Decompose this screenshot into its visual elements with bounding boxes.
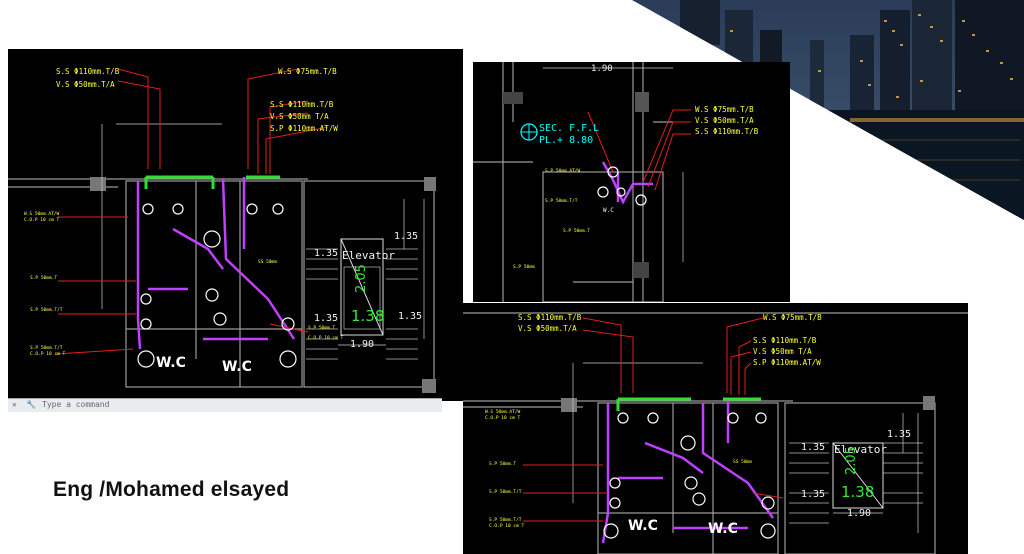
svg-text:C.O.P 10 cm T: C.O.P 10 cm T	[30, 351, 66, 357]
svg-text:C.O.P 10 cm T: C.O.P 10 cm T	[308, 335, 344, 341]
br-label-wc1: W.C	[628, 518, 658, 534]
svg-text:S.P 50mm: S.P 50mm	[513, 264, 535, 270]
tr-sec-label: SEC. F.F.L	[539, 123, 599, 134]
label-vs: V.S Φ50mm.T/A	[56, 80, 115, 89]
command-prompt[interactable]: Type a command	[42, 400, 109, 409]
svg-text:C.O.P 10 cm T: C.O.P 10 cm T	[24, 217, 60, 223]
tr-ss-label: S.S Φ110mm.T/B	[695, 127, 759, 136]
br-label-ws-top: W.S Φ75mm.T/B	[763, 313, 822, 322]
svg-text:SS 50mm: SS 50mm	[733, 459, 752, 465]
tr-wc-label: W.C	[603, 207, 614, 214]
label-ss: S.S Φ110mm.T/B	[56, 67, 120, 76]
svg-text:C.O.P 10 cm T: C.O.P 10 cm T	[489, 523, 525, 529]
br-dim-135-c: 1.35	[801, 489, 825, 500]
br-dim-138: 1.38	[841, 483, 874, 501]
svg-text:SS 50mm: SS 50mm	[258, 259, 277, 265]
svg-text:S.P 50mm.T: S.P 50mm.T	[563, 228, 590, 234]
br-dim-135-b: 1.35	[887, 429, 911, 440]
close-icon[interactable]: ✕	[12, 400, 17, 409]
br-label-wc2: W.C	[708, 521, 738, 537]
br-label-vs: V.S Φ50mm.T/A	[518, 324, 577, 333]
dim-205: 2.05	[354, 264, 369, 293]
dim-135-b: 1.35	[394, 231, 418, 242]
br-dim-135-a: 1.35	[801, 442, 825, 453]
label-wc1: W.C	[156, 355, 186, 371]
label-sp: S.P Φ110mm.AT/W	[270, 124, 338, 133]
tr-ws-label: W.S Φ75mm.T/B	[695, 105, 754, 114]
svg-text:S.P 50mm.T/T: S.P 50mm.T/T	[30, 307, 63, 313]
svg-text:S.P 50mm.AT/W: S.P 50mm.AT/W	[545, 168, 581, 174]
command-line-bar[interactable]: ✕ 🔧 Type a command	[8, 398, 442, 412]
br-dim-205: 2.05	[844, 446, 859, 475]
tr-vs-label: V.S Φ50mm.T/A	[695, 116, 754, 125]
label-vs2: V.S Φ50mm T/A	[270, 112, 329, 121]
tr-dim-190: 1.90	[591, 64, 613, 74]
br-label-vs2: V.S Φ50mm T/A	[753, 347, 812, 356]
label-ws-top: W.S Φ75mm.T/B	[278, 67, 337, 76]
svg-text:S.P 50mm.T: S.P 50mm.T	[489, 461, 516, 467]
dim-190: 1.90	[350, 339, 374, 350]
svg-text:S.P 50mm.T/T: S.P 50mm.T/T	[30, 345, 63, 351]
cad-drawing-main: S.S Φ110mm.T/B V.S Φ50mm.T/A W.S Φ75mm.T…	[8, 49, 463, 401]
label-ss2: S.S Φ110mm.T/B	[270, 100, 334, 109]
wrench-icon[interactable]: 🔧	[26, 400, 36, 409]
dim-135-d: 1.35	[398, 311, 422, 322]
label-elevator: Elevator	[342, 249, 395, 262]
br-label-ss2: S.S Φ110mm.T/B	[753, 336, 817, 345]
svg-text:S.P 50mm.T/T: S.P 50mm.T/T	[489, 517, 522, 523]
svg-text:C.O.P 10 cm T: C.O.P 10 cm T	[485, 415, 521, 421]
br-dim-190: 1.90	[847, 508, 871, 519]
svg-text:S.P 50mm.T/T: S.P 50mm.T/T	[545, 198, 578, 204]
dim-135-c: 1.35	[314, 313, 338, 324]
dim-135-a: 1.35	[314, 248, 338, 259]
svg-text:S.P 50mm.T/T: S.P 50mm.T/T	[489, 489, 522, 495]
author-caption: Eng /Mohamed elsayed	[53, 478, 290, 501]
label-wc2: W.C	[222, 359, 252, 375]
svg-text:S.P 50mm.T: S.P 50mm.T	[30, 275, 57, 281]
tr-pl-label: PL.+ 8.80	[539, 135, 593, 146]
svg-text:W.S 50mm.AT/W: W.S 50mm.AT/W	[485, 409, 521, 415]
svg-text:S.P 50mm.T: S.P 50mm.T	[308, 325, 335, 331]
dim-138: 1.38	[351, 307, 384, 325]
br-label-ss: S.S Φ110mm.T/B	[518, 313, 582, 322]
br-label-elevator: Elevator	[834, 443, 887, 456]
cad-drawing-bottom-right: S.S Φ110mm.T/B V.S Φ50mm.T/A W.S Φ75mm.T…	[463, 303, 968, 554]
svg-text:W.S 50mm.AT/W: W.S 50mm.AT/W	[24, 211, 60, 217]
cad-drawing-top-right: 1.90 SEC. F.F.L PL.+ 8.80 W.S Φ75mm.T/B …	[473, 62, 790, 302]
br-label-sp: S.P Φ110mm.AT/W	[753, 358, 821, 367]
